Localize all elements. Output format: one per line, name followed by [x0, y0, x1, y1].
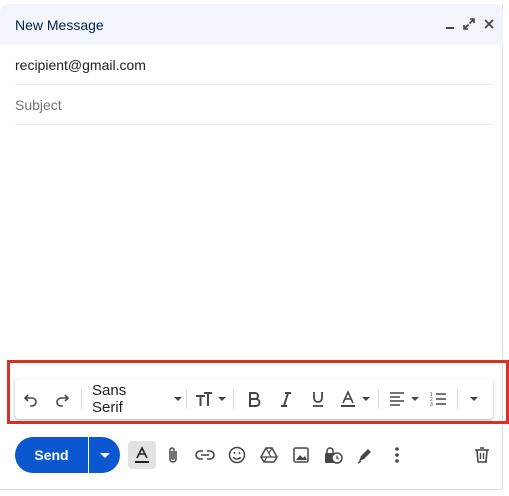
toolbar-divider	[233, 389, 234, 409]
bold-icon[interactable]	[238, 385, 270, 413]
italic-icon[interactable]	[270, 385, 302, 413]
more-formatting-icon[interactable]	[462, 385, 486, 413]
undo-icon[interactable]	[15, 385, 47, 413]
send-button[interactable]: Send	[15, 437, 88, 473]
more-options-icon[interactable]	[383, 441, 411, 469]
to-field[interactable]: recipient@gmail.com	[15, 45, 493, 85]
toolbar-divider	[186, 389, 187, 409]
signature-icon[interactable]	[351, 441, 379, 469]
link-icon[interactable]	[191, 441, 219, 469]
toolbar-divider	[81, 389, 82, 409]
compose-title: New Message	[15, 17, 104, 33]
emoji-icon[interactable]	[223, 441, 251, 469]
drive-icon[interactable]	[255, 441, 283, 469]
text-size-icon[interactable]	[191, 385, 229, 413]
photo-icon[interactable]	[287, 441, 315, 469]
svg-text:3: 3	[430, 402, 433, 408]
numbered-list-icon[interactable]: 123	[423, 385, 453, 413]
text-color-icon[interactable]	[334, 385, 374, 413]
formatting-options-icon[interactable]	[128, 441, 156, 469]
chevron-down-icon	[217, 397, 226, 401]
chevron-down-icon	[174, 397, 182, 401]
compose-header: New Message	[0, 4, 503, 45]
attach-icon[interactable]	[159, 441, 187, 469]
minimize-icon[interactable]	[440, 14, 460, 34]
chevron-down-icon	[470, 397, 478, 401]
close-icon[interactable]	[479, 14, 499, 34]
subject-field[interactable]: Subject	[15, 85, 493, 125]
message-body[interactable]	[15, 126, 493, 361]
chevron-down-icon	[99, 452, 110, 458]
font-select-label: Sans Serif	[92, 382, 127, 416]
underline-icon[interactable]	[302, 385, 334, 413]
full-screen-icon[interactable]	[459, 14, 479, 34]
confidential-mode-icon[interactable]	[319, 441, 347, 469]
toolbar-divider	[457, 389, 458, 409]
chevron-down-icon	[361, 397, 370, 401]
formatting-toolbar: Sans Serif 123	[15, 379, 493, 419]
discard-icon[interactable]	[468, 441, 496, 469]
align-icon[interactable]	[383, 385, 423, 413]
redo-icon[interactable]	[47, 385, 77, 413]
toolbar-divider	[378, 389, 379, 409]
chevron-down-icon	[410, 397, 419, 401]
font-select[interactable]: Sans Serif	[86, 382, 182, 416]
